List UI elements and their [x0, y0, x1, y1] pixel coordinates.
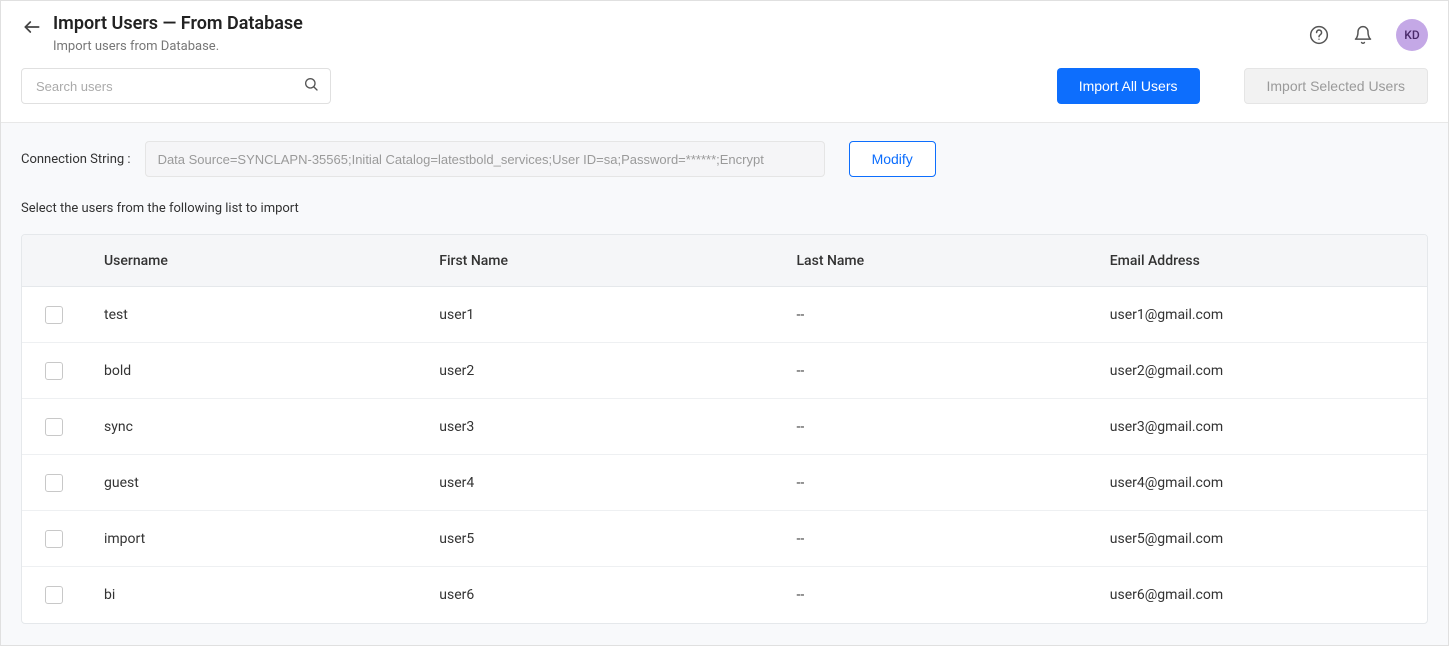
search-input[interactable] — [21, 68, 331, 104]
table-header-row: Username First Name Last Name Email Addr… — [22, 235, 1427, 287]
page-header: Import Users — From Database Import user… — [1, 1, 1448, 54]
page-title: Import Users — From Database — [53, 13, 303, 35]
title-block: Import Users — From Database Import user… — [53, 13, 303, 54]
avatar[interactable]: KD — [1396, 19, 1428, 51]
header-right: KD — [1308, 13, 1428, 51]
row-checkbox[interactable] — [45, 586, 63, 604]
cell-email: user1@gmail.com — [1092, 307, 1427, 323]
help-icon[interactable] — [1308, 24, 1330, 46]
col-email: Email Address — [1092, 253, 1427, 269]
row-checkbox[interactable] — [45, 418, 63, 436]
col-lastname: Last Name — [757, 253, 1092, 269]
bell-icon[interactable] — [1352, 24, 1374, 46]
cell-email: user4@gmail.com — [1092, 475, 1427, 491]
content-area: Connection String : Modify Select the us… — [1, 123, 1448, 645]
cell-lastname: -- — [757, 307, 1092, 323]
col-firstname: First Name — [421, 253, 756, 269]
toolbar: Import All Users Import Selected Users — [1, 54, 1448, 123]
page-root: Import Users — From Database Import user… — [0, 0, 1449, 646]
cell-email: user3@gmail.com — [1092, 419, 1427, 435]
cell-username: bold — [86, 363, 421, 379]
toolbar-right: Import All Users Import Selected Users — [1057, 68, 1428, 104]
table-row: import user5 -- user5@gmail.com — [22, 511, 1427, 567]
cell-firstname: user4 — [421, 475, 756, 491]
import-selected-button[interactable]: Import Selected Users — [1244, 68, 1429, 104]
import-all-button[interactable]: Import All Users — [1057, 68, 1200, 104]
modify-button[interactable]: Modify — [849, 141, 936, 177]
cell-username: guest — [86, 475, 421, 491]
table-row: guest user4 -- user4@gmail.com — [22, 455, 1427, 511]
col-username: Username — [86, 253, 421, 269]
cell-firstname: user5 — [421, 531, 756, 547]
cell-lastname: -- — [757, 587, 1092, 603]
table-row: sync user3 -- user3@gmail.com — [22, 399, 1427, 455]
header-left: Import Users — From Database Import user… — [21, 13, 303, 54]
row-checkbox-cell — [22, 530, 86, 548]
users-table: Username First Name Last Name Email Addr… — [21, 234, 1428, 624]
connection-label: Connection String : — [21, 152, 131, 167]
cell-username: bi — [86, 587, 421, 603]
cell-email: user5@gmail.com — [1092, 531, 1427, 547]
cell-username: test — [86, 307, 421, 323]
cell-firstname: user1 — [421, 307, 756, 323]
row-checkbox[interactable] — [45, 306, 63, 324]
instruction-text: Select the users from the following list… — [21, 201, 1428, 216]
search-wrapper — [21, 68, 331, 104]
cell-firstname: user3 — [421, 419, 756, 435]
cell-email: user2@gmail.com — [1092, 363, 1427, 379]
cell-email: user6@gmail.com — [1092, 587, 1427, 603]
row-checkbox-cell — [22, 474, 86, 492]
row-checkbox-cell — [22, 362, 86, 380]
row-checkbox[interactable] — [45, 362, 63, 380]
row-checkbox[interactable] — [45, 474, 63, 492]
connection-input[interactable] — [145, 141, 825, 177]
cell-firstname: user2 — [421, 363, 756, 379]
page-subtitle: Import users from Database. — [53, 39, 303, 54]
row-checkbox[interactable] — [45, 530, 63, 548]
cell-lastname: -- — [757, 475, 1092, 491]
row-checkbox-cell — [22, 418, 86, 436]
table-row: bold user2 -- user2@gmail.com — [22, 343, 1427, 399]
row-checkbox-cell — [22, 586, 86, 604]
cell-username: sync — [86, 419, 421, 435]
back-arrow-icon[interactable] — [21, 16, 43, 38]
connection-row: Connection String : Modify — [21, 141, 1428, 177]
cell-lastname: -- — [757, 419, 1092, 435]
cell-username: import — [86, 531, 421, 547]
cell-firstname: user6 — [421, 587, 756, 603]
cell-lastname: -- — [757, 363, 1092, 379]
table-row: bi user6 -- user6@gmail.com — [22, 567, 1427, 623]
row-checkbox-cell — [22, 306, 86, 324]
cell-lastname: -- — [757, 531, 1092, 547]
table-row: test user1 -- user1@gmail.com — [22, 287, 1427, 343]
